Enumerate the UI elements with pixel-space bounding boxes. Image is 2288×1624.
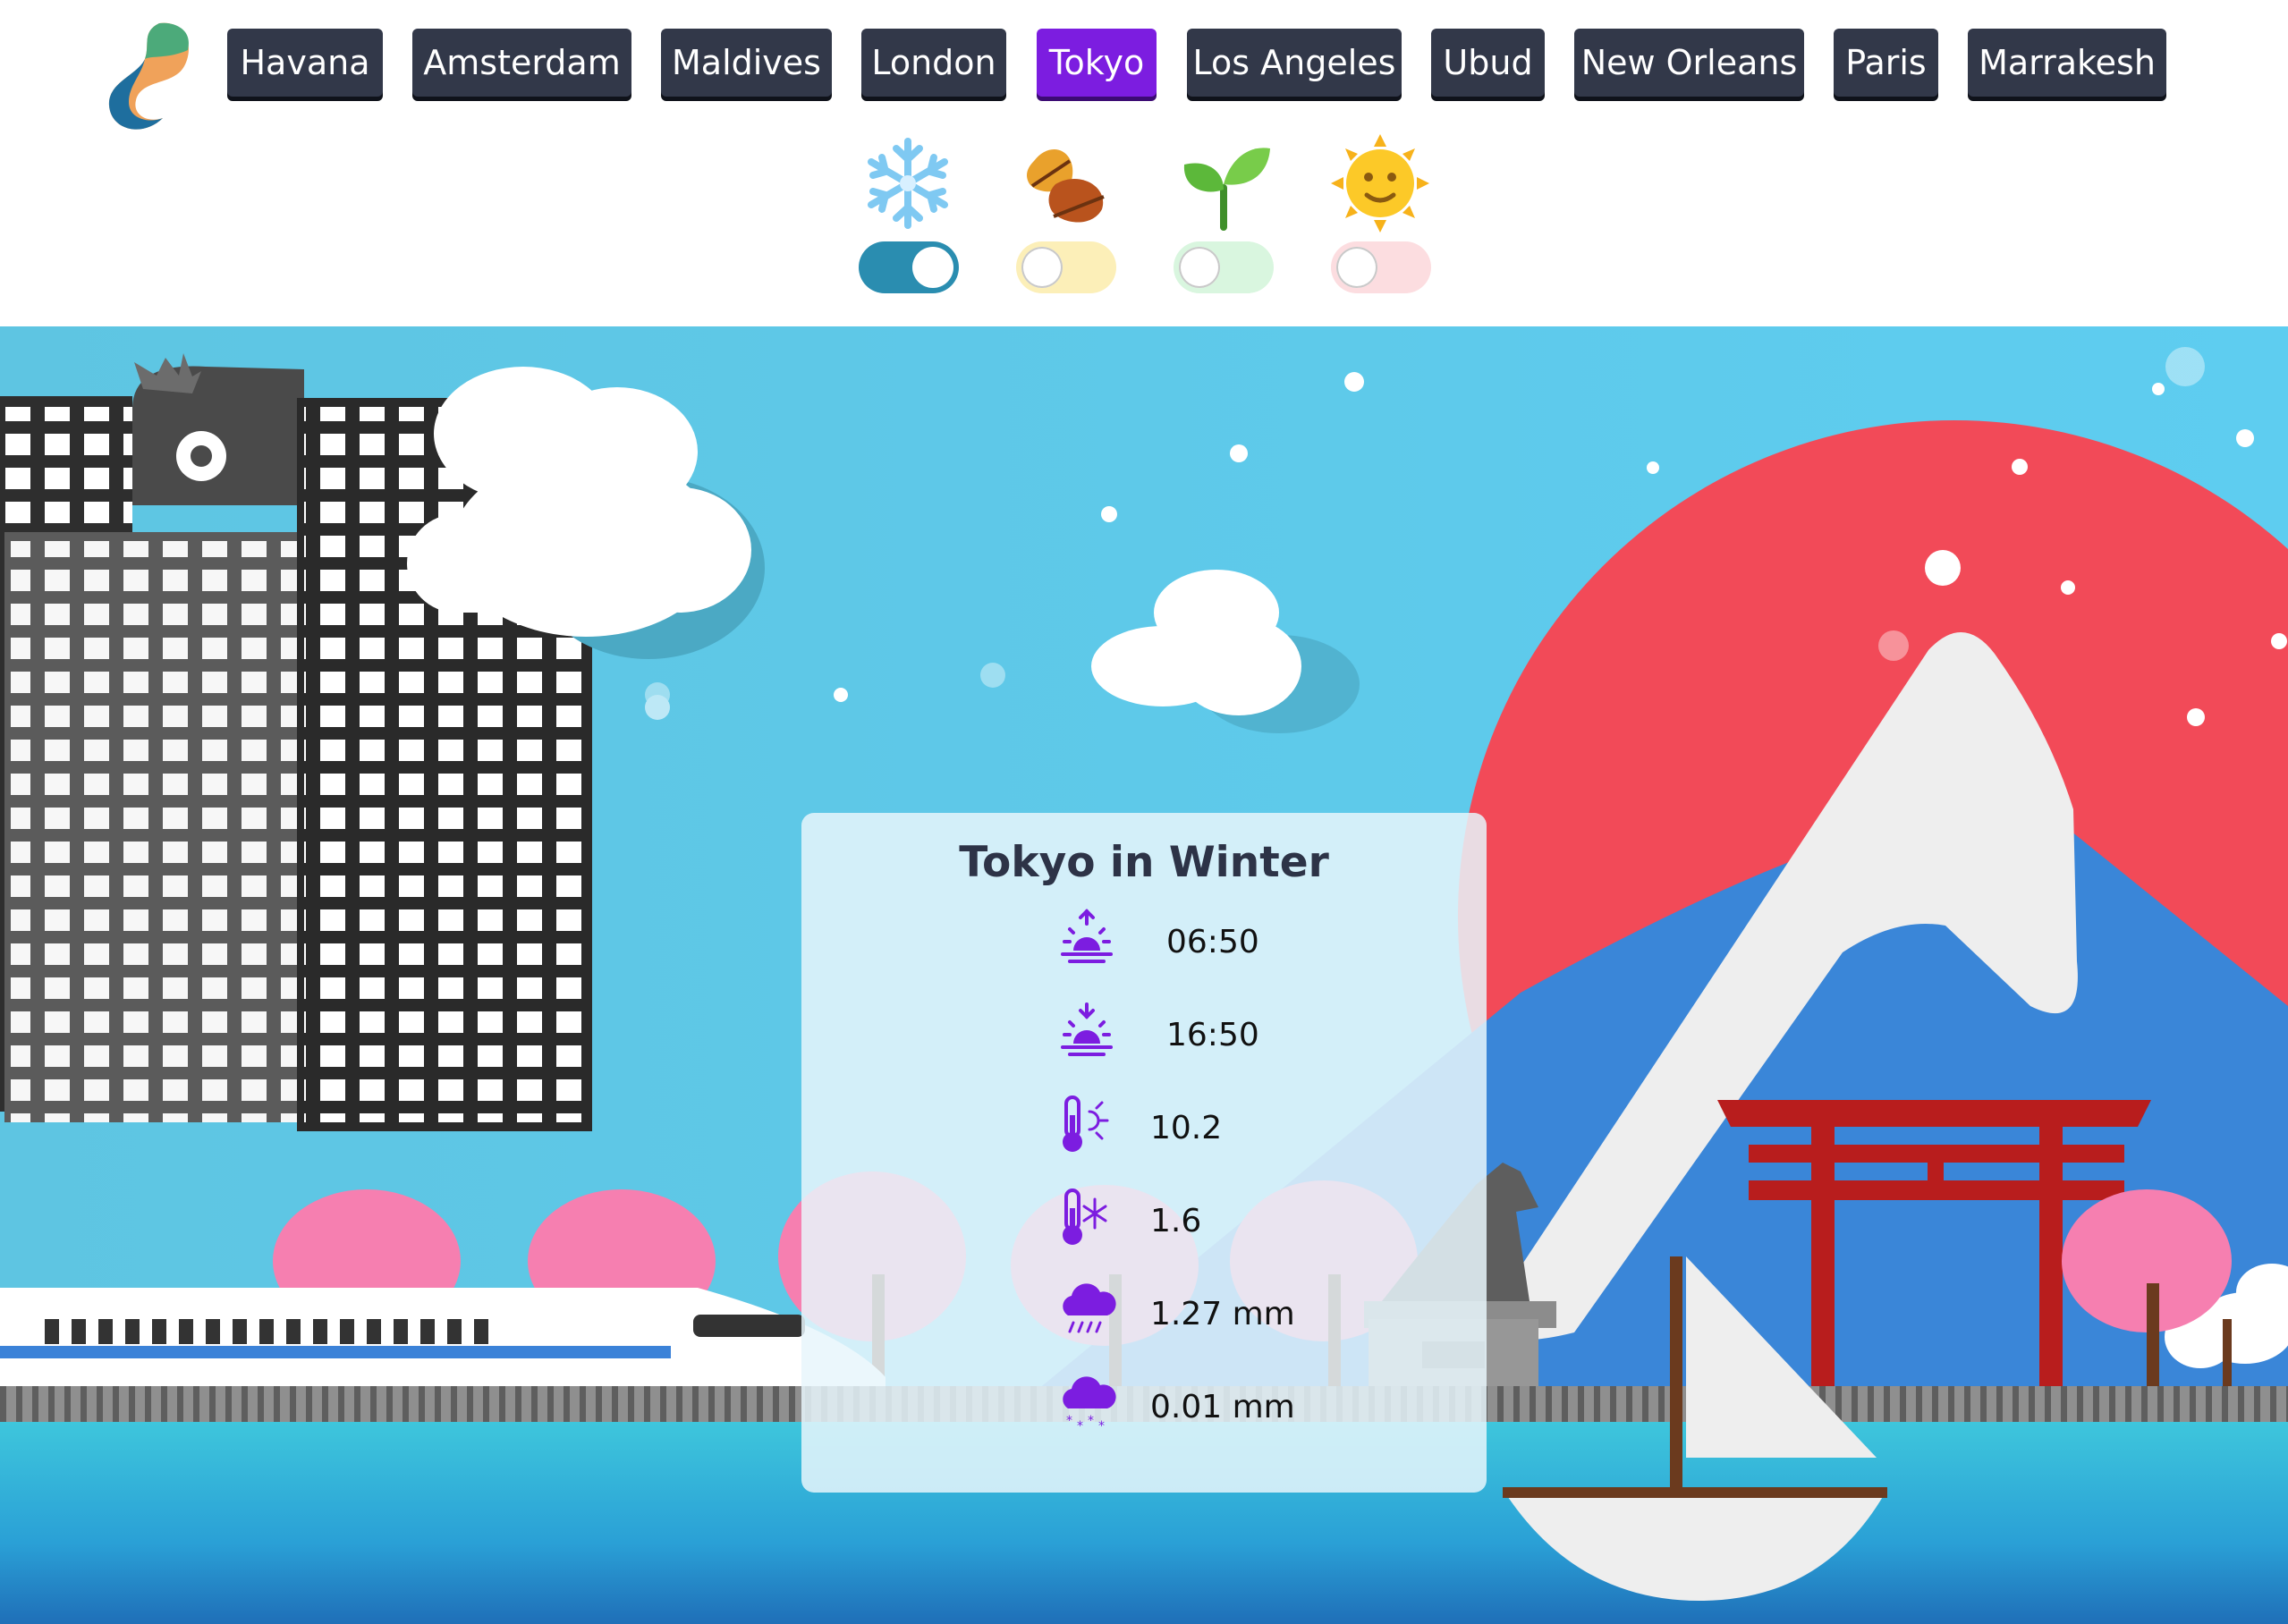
rain-cloud-icon (1063, 1283, 1116, 1333)
thermometer-hot-icon (1063, 1095, 1109, 1152)
fallen-leaves-icon (1027, 149, 1105, 223)
toggle-knob (1021, 247, 1063, 288)
nav-paris[interactable]: Paris (1834, 29, 1938, 97)
sun-face-icon (1331, 134, 1429, 233)
svg-text:*: * (1066, 1414, 1072, 1428)
thermometer-cold-icon (1063, 1188, 1107, 1245)
sunset-icon (1061, 1002, 1113, 1056)
temp-high-value: 10.2 (1150, 1110, 1223, 1146)
nav-new-orleans[interactable]: New Orleans (1574, 29, 1804, 97)
svg-text:*: * (1088, 1414, 1094, 1428)
nav-maldives[interactable]: Maldives (661, 29, 832, 97)
nav-havana[interactable]: Havana (227, 29, 383, 97)
nav-london[interactable]: London (861, 29, 1006, 97)
nav-los-angeles[interactable]: Los Angeles (1187, 29, 1402, 97)
toggle-knob (1336, 247, 1377, 288)
top-bar: Havana Amsterdam Maldives London Tokyo L… (0, 0, 2288, 326)
snow-value: 0.01 mm (1150, 1389, 1295, 1425)
toggle-knob (1179, 247, 1220, 288)
autumn-toggle[interactable] (1016, 241, 1116, 293)
app-logo (108, 22, 190, 130)
nav-marrakesh[interactable]: Marrakesh (1968, 29, 2166, 97)
snowflake-icon (868, 138, 948, 229)
card-title: Tokyo in Winter (959, 838, 1329, 887)
summer-toggle[interactable] (1331, 241, 1431, 293)
temp-low-value: 1.6 (1150, 1203, 1202, 1239)
nav-tokyo[interactable]: Tokyo (1037, 29, 1157, 97)
weather-card: Tokyo in Winter 06:50 16:50 10.2 1.6 1.2… (801, 813, 1487, 1493)
nav-ubud[interactable]: Ubud (1431, 29, 1545, 97)
winter-toggle[interactable] (859, 241, 959, 293)
toggle-knob (912, 247, 953, 288)
rain-value: 1.27 mm (1150, 1296, 1295, 1332)
sunrise-value: 06:50 (1166, 924, 1259, 960)
svg-text:*: * (1098, 1419, 1105, 1434)
sunrise-icon (1061, 909, 1113, 963)
nav-amsterdam[interactable]: Amsterdam (412, 29, 631, 97)
tokyo-winter-scene: Tokyo in Winter 06:50 16:50 10.2 1.6 1.2… (0, 326, 2288, 1624)
sunset-value: 16:50 (1166, 1017, 1259, 1053)
svg-text:*: * (1077, 1419, 1083, 1434)
spring-toggle[interactable] (1174, 241, 1274, 293)
snow-cloud-icon: * * * * (1063, 1376, 1116, 1434)
seedling-icon (1183, 148, 1270, 231)
